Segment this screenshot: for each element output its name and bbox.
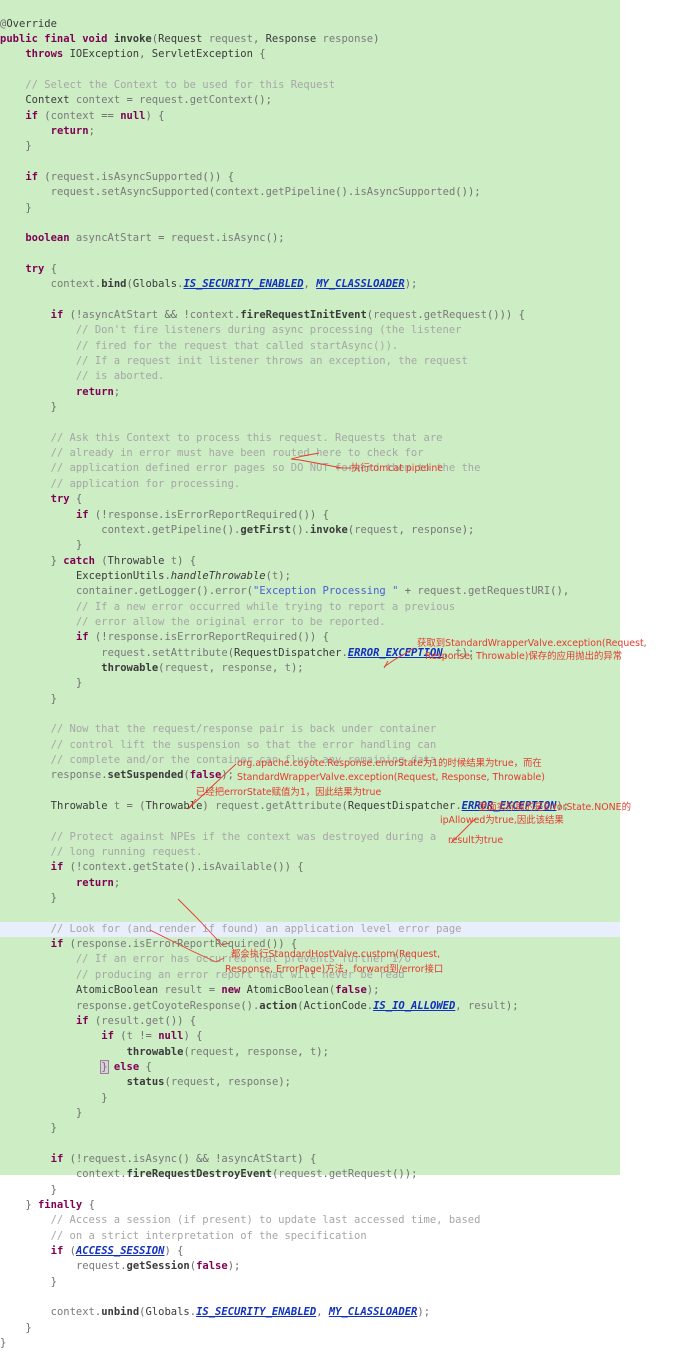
- code-line: // on a strict interpretation of the spe…: [0, 1229, 620, 1244]
- code-line: [0, 1290, 620, 1305]
- code-line: context.unbind(Globals.IS_SECURITY_ENABL…: [0, 1305, 620, 1320]
- code-line: }: [0, 1275, 620, 1290]
- code-line: // Access a session (if present) to upda…: [0, 1213, 620, 1228]
- code-line: }: [0, 1183, 620, 1198]
- code-line: }: [0, 1336, 620, 1351]
- annotation-leader-lines: [0, 0, 700, 1175]
- code-line: request.getSession(false);: [0, 1259, 620, 1274]
- code-line: if (ACCESS_SESSION) {: [0, 1244, 620, 1259]
- code-line: }: [0, 1321, 620, 1336]
- code-line: } finally {: [0, 1198, 620, 1213]
